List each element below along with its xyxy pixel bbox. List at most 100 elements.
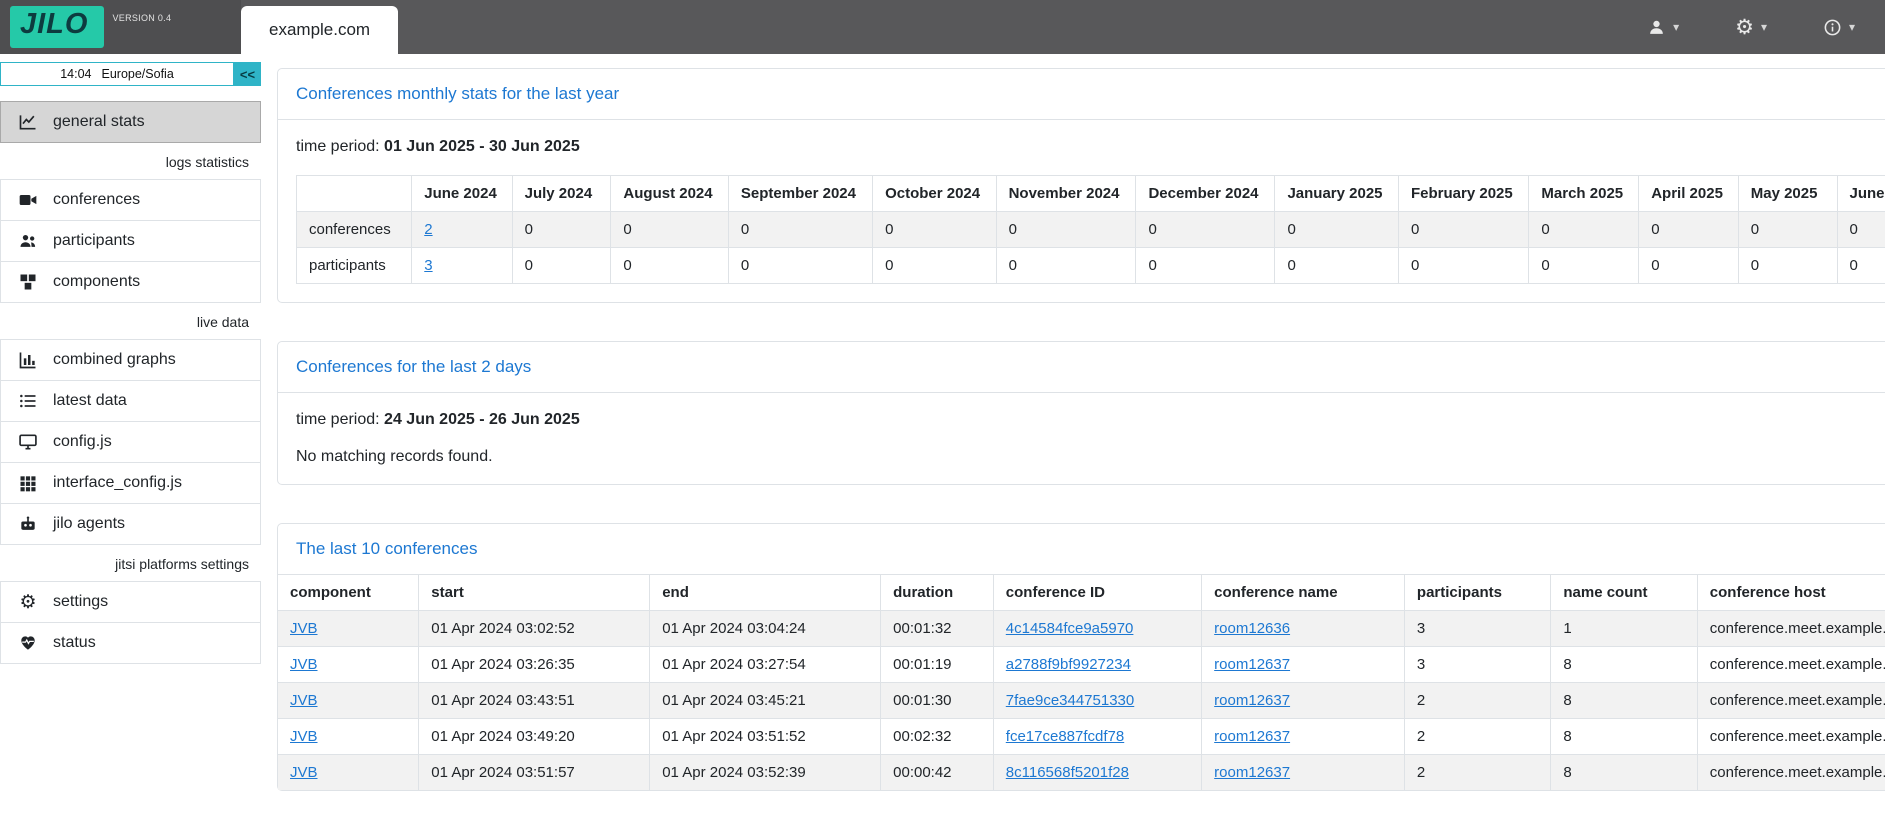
sidebar-item-config-js[interactable]: config.js — [0, 421, 261, 463]
card-header: Conferences monthly stats for the last y… — [278, 69, 1885, 120]
time-period-value: 24 Jun 2025 - 26 Jun 2025 — [384, 411, 580, 428]
cell-link[interactable]: JVB — [290, 620, 318, 637]
table-cell: conference.meet.example.com — [1697, 683, 1885, 719]
table-cell: 0 — [1275, 248, 1399, 284]
info-icon — [1823, 18, 1842, 37]
table-cell: conference.meet.example.com — [1697, 647, 1885, 683]
cell-link[interactable]: JVB — [290, 764, 318, 781]
sidebar-item-combined-graphs[interactable]: combined graphs — [0, 339, 261, 381]
column-header: end — [650, 575, 881, 611]
sidebar-item-participants[interactable]: participants — [0, 220, 261, 262]
table-row: JVB01 Apr 2024 03:43:5101 Apr 2024 03:45… — [278, 683, 1885, 719]
sidebar-item-label: config.js — [53, 433, 112, 451]
users-icon — [16, 231, 40, 251]
gear-icon: ⚙ — [1735, 17, 1754, 38]
sidebar-item-general-stats[interactable]: general stats — [0, 101, 261, 143]
sidebar-item-label: participants — [53, 232, 135, 250]
clock-widget: 14:04 Europe/Sofia << — [0, 62, 261, 86]
column-header — [297, 176, 412, 212]
cell-link[interactable]: 2 — [424, 221, 432, 238]
card-title-link-monthly-stats[interactable]: Conferences monthly stats for the last y… — [296, 84, 619, 103]
cell-link[interactable]: fce17ce887fcdf78 — [1006, 728, 1124, 745]
table-cell: 01 Apr 2024 03:26:35 — [419, 647, 650, 683]
card-title-link-last-2-days[interactable]: Conferences for the last 2 days — [296, 357, 531, 376]
sidebar-item-conferences[interactable]: conferences — [0, 179, 261, 221]
column-header: June 2024 — [412, 176, 512, 212]
sidebar-item-label: conferences — [53, 191, 140, 209]
sidebar-item-latest-data[interactable]: latest data — [0, 380, 261, 422]
table-cell: 01 Apr 2024 03:02:52 — [419, 611, 650, 647]
sidebar-collapse-button[interactable]: << — [234, 62, 261, 86]
settings-menu-dropdown[interactable]: ⚙ ▾ — [1735, 17, 1767, 38]
topbar: JILO VERSION 0.4 example.com ▾ ⚙ ▾ ▾ — [0, 0, 1885, 54]
table-cell: 00:01:32 — [881, 611, 994, 647]
table-row: JVB01 Apr 2024 03:49:2001 Apr 2024 03:51… — [278, 719, 1885, 755]
sidebar-item-label: combined graphs — [53, 351, 176, 369]
table-cell: 00:00:42 — [881, 755, 994, 791]
sidebar-item-label: general stats — [53, 113, 145, 131]
sidebar: 14:04 Europe/Sofia << general stats logs… — [0, 54, 261, 809]
table-cell: 0 — [1399, 212, 1529, 248]
table-cell: 8 — [1551, 755, 1697, 791]
cell-link[interactable]: room12637 — [1214, 728, 1290, 745]
table-cell: 0 — [873, 212, 997, 248]
table-cell: room12637 — [1202, 647, 1405, 683]
table-cell: 01 Apr 2024 03:51:57 — [419, 755, 650, 791]
cell-link[interactable]: 4c14584fce9a5970 — [1006, 620, 1134, 637]
cell-link[interactable]: 8c116568f5201f28 — [1006, 764, 1129, 781]
cell-link[interactable]: room12637 — [1214, 656, 1290, 673]
user-menu-dropdown[interactable]: ▾ — [1647, 18, 1679, 37]
monthly-stats-table: June 2024July 2024August 2024September 2… — [296, 175, 1885, 284]
cell-link[interactable]: room12637 — [1214, 692, 1290, 709]
table-cell: 0 — [611, 248, 729, 284]
cell-link[interactable]: a2788f9bf9927234 — [1006, 656, 1131, 673]
logo-area: JILO VERSION 0.4 — [0, 0, 241, 54]
table-cell: 8c116568f5201f28 — [993, 755, 1201, 791]
cell-link[interactable]: 3 — [424, 257, 432, 274]
table-cell: 0 — [1738, 248, 1837, 284]
topbar-menus: ▾ ⚙ ▾ ▾ — [1647, 0, 1885, 54]
chevron-down-icon: ▾ — [1673, 21, 1679, 33]
card-last-2-days: Conferences for the last 2 days time per… — [277, 341, 1885, 485]
table-cell: conference.meet.example.com — [1697, 719, 1885, 755]
sidebar-item-interface-config-js[interactable]: interface_config.js — [0, 462, 261, 504]
cell-link[interactable]: JVB — [290, 656, 318, 673]
table-cell: 8 — [1551, 719, 1697, 755]
sidebar-item-label: status — [53, 634, 96, 652]
card-title-link-last-10-conferences[interactable]: The last 10 conferences — [296, 539, 477, 558]
table-cell: 0 — [996, 248, 1136, 284]
column-header: conference host — [1697, 575, 1885, 611]
info-menu-dropdown[interactable]: ▾ — [1823, 18, 1855, 37]
column-header: conference ID — [993, 575, 1201, 611]
sidebar-item-status[interactable]: status — [0, 622, 261, 664]
table-cell: 0 — [728, 212, 872, 248]
clock-timezone: Europe/Sofia — [102, 67, 174, 81]
table-row: JVB01 Apr 2024 03:51:5701 Apr 2024 03:52… — [278, 755, 1885, 791]
cell-link[interactable]: JVB — [290, 728, 318, 745]
app-logo[interactable]: JILO — [10, 6, 104, 48]
clock-time: 14:04 — [60, 67, 91, 81]
sidebar-item-settings[interactable]: ⚙ settings — [0, 581, 261, 623]
sidebar-item-jilo-agents[interactable]: jilo agents — [0, 503, 261, 545]
column-header: March 2025 — [1529, 176, 1639, 212]
table-cell: 0 — [996, 212, 1136, 248]
cell-link[interactable]: 7fae9ce344751330 — [1006, 692, 1134, 709]
chart-line-icon — [16, 112, 40, 132]
column-header: November 2024 — [996, 176, 1136, 212]
table-cell: 2 — [1404, 755, 1550, 791]
sidebar-item-components[interactable]: components — [0, 261, 261, 303]
table-cell: conference.meet.example.com — [1697, 755, 1885, 791]
card-last-10-conferences: The last 10 conferences componentstarten… — [277, 523, 1885, 791]
table-row: JVB01 Apr 2024 03:02:5201 Apr 2024 03:04… — [278, 611, 1885, 647]
table-cell: 1 — [1551, 611, 1697, 647]
column-header: duration — [881, 575, 994, 611]
table-cell: 00:01:19 — [881, 647, 994, 683]
cell-link[interactable]: room12636 — [1214, 620, 1290, 637]
cell-link[interactable]: room12637 — [1214, 764, 1290, 781]
table-cell: JVB — [278, 719, 419, 755]
table-cell: 00:02:32 — [881, 719, 994, 755]
cell-link[interactable]: JVB — [290, 692, 318, 709]
table-cell: conferences — [297, 212, 412, 248]
tab-example-com[interactable]: example.com — [241, 6, 398, 54]
table-cell: 01 Apr 2024 03:27:54 — [650, 647, 881, 683]
